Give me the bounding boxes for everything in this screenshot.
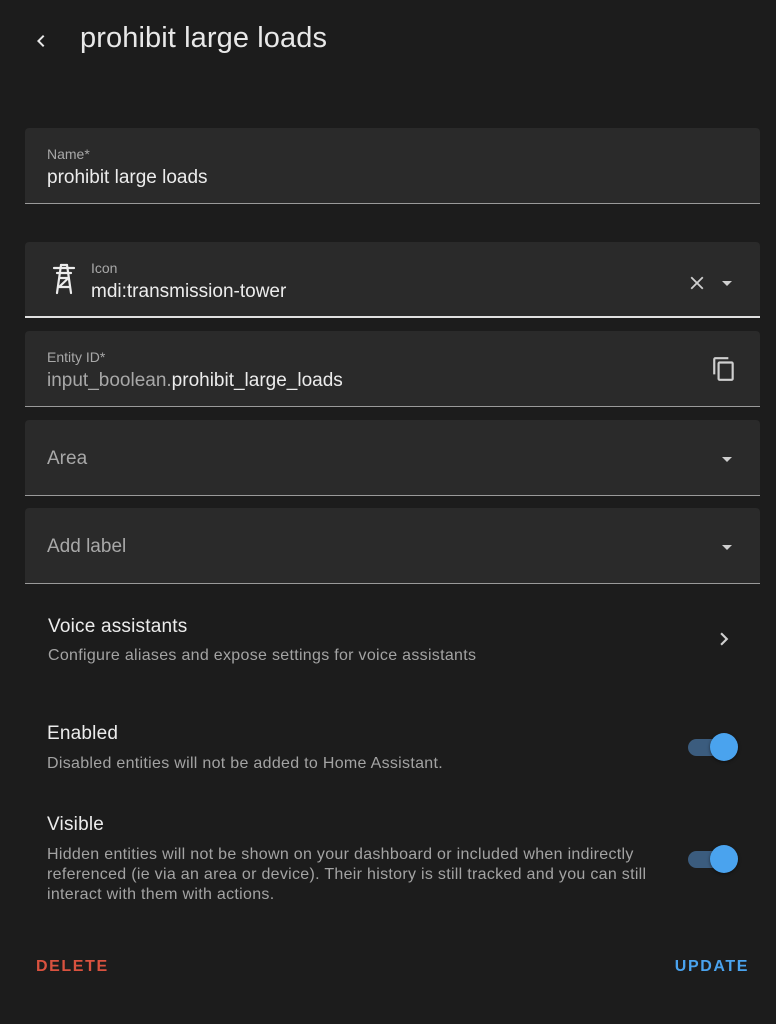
menu-down-icon (722, 457, 732, 462)
dialog-header: prohibit large loads (0, 0, 776, 82)
icon-preview (49, 262, 79, 296)
icon-field-value[interactable]: mdi:transmission-tower (91, 281, 286, 303)
entity-id-object: prohibit_large_loads (171, 370, 343, 391)
area-placeholder: Area (47, 448, 88, 469)
icon-dropdown-button[interactable] (712, 268, 742, 298)
menu-down-icon (722, 281, 732, 286)
copy-icon (713, 357, 734, 381)
area-select[interactable]: Area (25, 420, 760, 496)
update-button[interactable]: UPDATE (675, 958, 749, 976)
name-field-value[interactable]: prohibit large loads (47, 167, 208, 189)
clear-icon-button[interactable] (682, 268, 712, 298)
visible-switch[interactable] (686, 845, 738, 873)
voice-assistants-subtitle: Configure aliases and expose settings fo… (48, 647, 477, 664)
icon-field-label: Icon (91, 260, 118, 276)
enabled-switch[interactable] (686, 733, 738, 761)
visible-title: Visible (47, 814, 105, 835)
visible-switch-thumb (710, 845, 738, 873)
entity-id-prefix: input_boolean. (47, 370, 172, 391)
enabled-title: Enabled (47, 723, 119, 744)
entity-settings-dialog: prohibit large loads Name* prohibit larg… (0, 0, 776, 1024)
voice-assistants-chevron (711, 626, 737, 657)
transmission-tower-icon (52, 263, 76, 295)
chevron-left-icon (37, 35, 45, 47)
voice-assistants-row[interactable]: Voice assistants Configure aliases and e… (25, 600, 760, 680)
label-select[interactable]: Add label (25, 508, 760, 584)
visible-description: Hidden entities will not be shown on you… (47, 846, 647, 903)
name-field-label: Name* (47, 146, 90, 162)
copy-entity-id-button[interactable] (709, 354, 739, 384)
chevron-right-icon (720, 632, 729, 646)
label-placeholder: Add label (47, 536, 127, 557)
page-title: prohibit large loads (80, 22, 328, 54)
entity-id-field[interactable]: Entity ID* input_boolean.prohibit_large_… (25, 331, 760, 407)
voice-assistants-title: Voice assistants (48, 616, 188, 637)
area-dropdown-button[interactable] (712, 444, 742, 474)
entity-id-label: Entity ID* (47, 349, 106, 365)
enabled-switch-thumb (710, 733, 738, 761)
icon-picker-field[interactable]: Icon mdi:transmission-tower (25, 242, 760, 318)
enabled-description: Disabled entities will not be added to H… (47, 755, 443, 772)
delete-button[interactable]: DELETE (36, 958, 109, 976)
menu-down-icon (722, 545, 732, 550)
close-icon (690, 276, 704, 290)
entity-id-value[interactable]: input_boolean.prohibit_large_loads (47, 370, 343, 392)
name-field[interactable]: Name* prohibit large loads (25, 128, 760, 204)
label-dropdown-button[interactable] (712, 532, 742, 562)
back-button[interactable] (24, 24, 58, 58)
